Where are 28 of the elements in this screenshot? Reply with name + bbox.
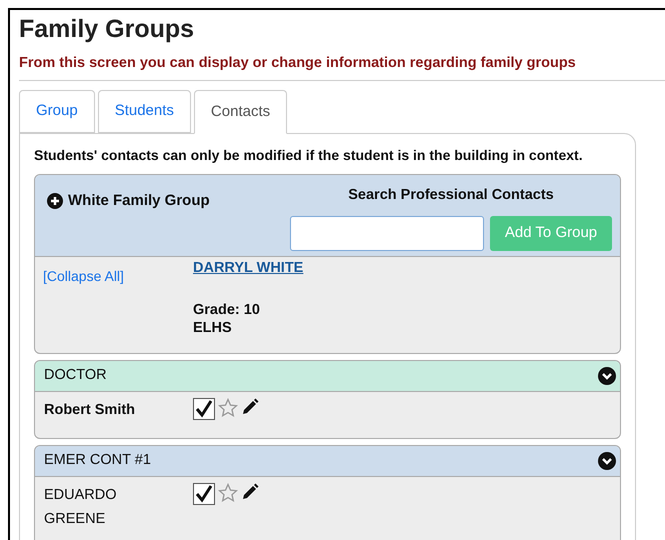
pencil-icon[interactable] (241, 483, 259, 501)
star-icon[interactable] (218, 483, 238, 503)
contact-name: Robert Smith (44, 401, 136, 420)
student-school: ELHS (193, 319, 232, 337)
student-name-link[interactable]: DARRYL WHITE (193, 259, 304, 277)
student-grade: Grade: 10 (193, 301, 260, 319)
checkbox[interactable] (193, 398, 215, 420)
chevron-down-icon[interactable] (598, 367, 616, 385)
group-name: White Family Group (68, 191, 210, 211)
tab[interactable]: Group (19, 90, 95, 133)
search-field[interactable] (290, 216, 484, 251)
plus-circle-icon[interactable] (47, 193, 63, 210)
notice-text: Students' contacts can only be modified if the student is in the building in context. (34, 146, 583, 165)
contact-type-header[interactable]: DOCTOR (35, 361, 620, 392)
pencil-icon[interactable] (241, 398, 259, 416)
contact-type-header[interactable]: EMER CONT #1 (35, 446, 620, 477)
contact-name: EDUARDO GREENE (44, 486, 118, 529)
star-icon[interactable] (218, 398, 238, 418)
search-label: Search Professional Contacts (348, 186, 554, 205)
page-subtitle: From this screen you can display or change information regarding family groups (19, 54, 576, 72)
tab[interactable]: Students (98, 90, 191, 133)
checkbox[interactable] (193, 483, 215, 505)
contact-type-title: DOCTOR (44, 366, 107, 386)
contact-type-title: EMER CONT #1 (44, 451, 151, 470)
chevron-down-icon[interactable] (598, 452, 616, 470)
collapse-all-link[interactable]: [Collapse All] (43, 267, 193, 285)
tab[interactable]: Contacts (194, 90, 288, 134)
page-title: Family Groups (19, 14, 194, 44)
